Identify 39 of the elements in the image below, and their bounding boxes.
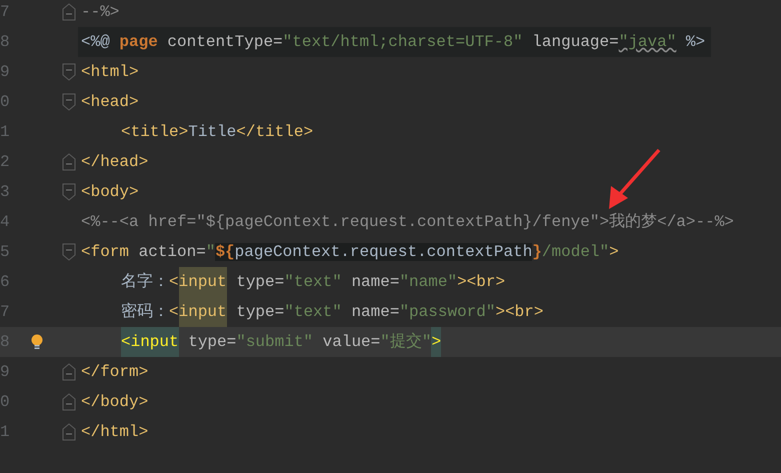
code-line: <body> [80, 182, 139, 203]
line-number: 2 [0, 153, 11, 171]
code-line: </head> [80, 152, 148, 173]
line-number: 5 [0, 243, 11, 261]
fold-icon[interactable] [62, 392, 76, 412]
line-number: 8 [0, 33, 11, 51]
code-line: </body> [80, 392, 148, 413]
line-number: 6 [0, 273, 11, 291]
line-number: 7 [0, 3, 11, 21]
fold-icon[interactable] [62, 62, 76, 82]
fold-icon[interactable] [62, 242, 76, 262]
code-line: <input type="submit" value="提交"> [78, 327, 442, 357]
line-number: 0 [0, 93, 11, 111]
fold-icon[interactable] [62, 2, 76, 22]
code-line: </html> [80, 422, 148, 443]
line-number: 4 [0, 213, 11, 231]
line-number: 7 [0, 303, 11, 321]
fold-icon[interactable] [62, 362, 76, 382]
line-number: 1 [0, 423, 11, 441]
line-number: 0 [0, 393, 11, 411]
code-line: 名字：<input type="text" name="name"><br> [78, 267, 506, 297]
code-line: <head> [80, 92, 139, 113]
fold-icon[interactable] [62, 92, 76, 112]
code-line: <form action="${pageContext.request.contextPath}/model"> [80, 242, 619, 263]
fold-icon[interactable] [62, 422, 76, 442]
code-line: <title>Title</title> [120, 122, 314, 143]
line-number: 9 [0, 363, 11, 381]
lightbulb-icon[interactable] [31, 334, 43, 350]
fold-icon[interactable] [62, 152, 76, 172]
annotation-arrow [606, 148, 662, 210]
fold-icon[interactable] [62, 182, 76, 202]
code-line: <%--<a href="${pageContext.request.contextPath}/fenye">我的梦</a>--%> [80, 212, 734, 233]
code-line: <html> [80, 62, 139, 83]
code-line: </form> [80, 362, 148, 383]
line-number: 1 [0, 123, 11, 141]
line-number: 3 [0, 183, 11, 201]
code-line: --%> [80, 2, 120, 23]
code-line: 密码：<input type="text" name="password"><br> [78, 297, 544, 327]
line-number: 9 [0, 63, 11, 81]
